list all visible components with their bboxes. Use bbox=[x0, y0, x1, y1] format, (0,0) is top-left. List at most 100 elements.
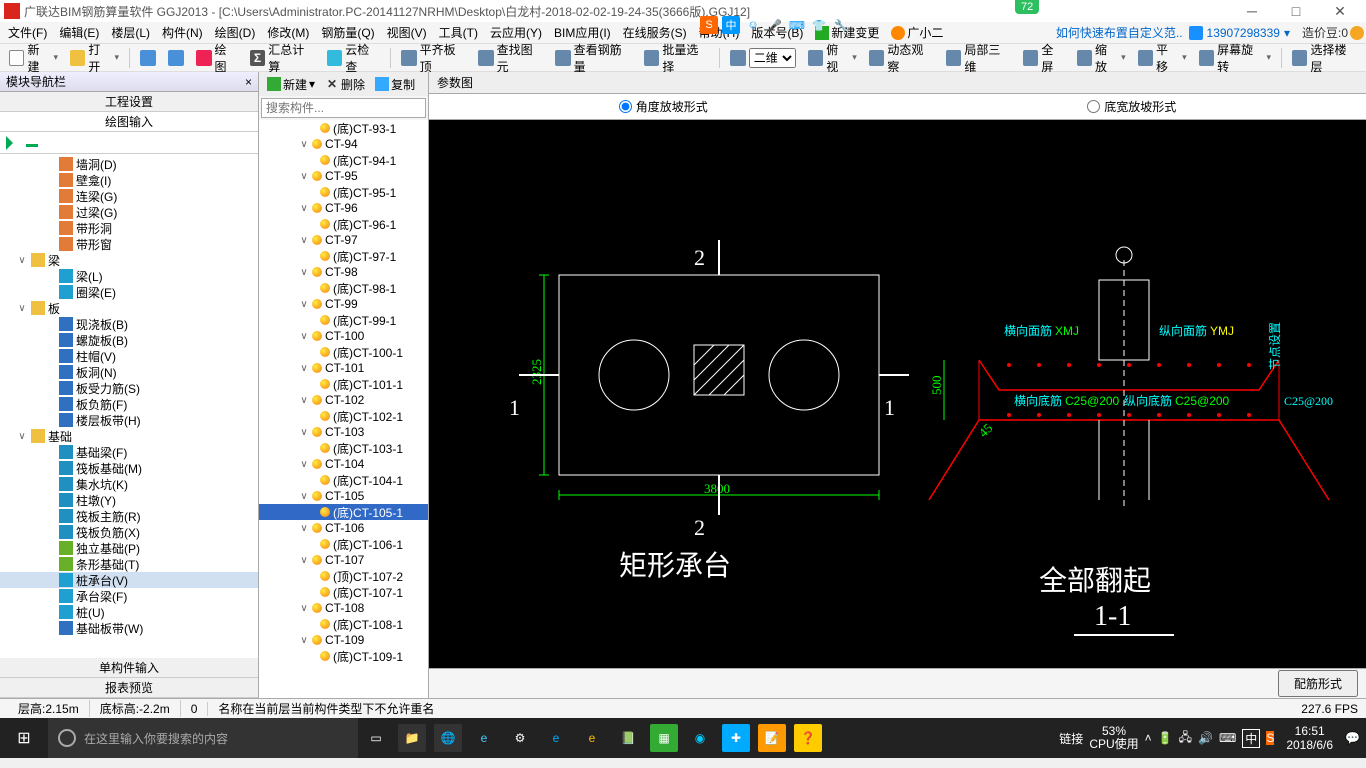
nav-item[interactable]: 梁(L) bbox=[0, 268, 258, 284]
comp-item[interactable]: (底)CT-105-1 bbox=[259, 504, 428, 520]
taskbar-app3[interactable]: ⚙ bbox=[506, 724, 534, 752]
taskbar-ie[interactable]: e bbox=[578, 724, 606, 752]
nav-item[interactable]: 集水坑(K) bbox=[0, 476, 258, 492]
comp-item[interactable]: (底)CT-101-1 bbox=[259, 376, 428, 392]
comp-item[interactable]: ∨CT-101 bbox=[259, 360, 428, 376]
comp-item[interactable]: ∨CT-95 bbox=[259, 168, 428, 184]
comp-item[interactable]: (底)CT-107-1 bbox=[259, 584, 428, 600]
comp-item[interactable]: ∨CT-109 bbox=[259, 632, 428, 648]
tray-kb-icon[interactable]: ⌨ bbox=[1219, 731, 1236, 745]
component-tree[interactable]: (底)CT-93-1∨CT-94(底)CT-94-1∨CT-95(底)CT-95… bbox=[259, 120, 428, 698]
taskbar-search[interactable]: 在这里输入你要搜索的内容 bbox=[48, 718, 358, 758]
nav-tree[interactable]: 墙洞(D)壁龛(I)连梁(G)过梁(G)带形洞带形窗∨梁梁(L)圈梁(E)∨板现… bbox=[0, 154, 258, 658]
comp-item[interactable]: (顶)CT-107-2 bbox=[259, 568, 428, 584]
new-button[interactable]: 新建▾ bbox=[4, 39, 63, 77]
user-account[interactable]: 13907298339▾ bbox=[1189, 26, 1290, 40]
ime-zh-icon[interactable]: 中 bbox=[722, 16, 740, 34]
nav-item[interactable]: ∨板 bbox=[0, 300, 258, 316]
nav-item[interactable]: 承台梁(F) bbox=[0, 588, 258, 604]
tray-notif-icon[interactable]: 💬 bbox=[1345, 731, 1360, 745]
taskbar-app1[interactable]: 📁 bbox=[398, 724, 426, 752]
ime-skin-icon[interactable]: 👕 bbox=[810, 16, 828, 34]
comp-item[interactable]: ∨CT-97 bbox=[259, 232, 428, 248]
batch-button[interactable]: 批量选择 bbox=[639, 39, 714, 77]
comp-item[interactable]: ∨CT-107 bbox=[259, 552, 428, 568]
nav-item[interactable]: 螺旋板(B) bbox=[0, 332, 258, 348]
steel-button[interactable]: 查看钢筋量 bbox=[550, 39, 637, 77]
comp-item[interactable]: ∨CT-108 bbox=[259, 600, 428, 616]
ime-mic-icon[interactable]: 🎤 bbox=[766, 16, 784, 34]
tab-draw[interactable]: 绘图输入 bbox=[0, 112, 258, 132]
nav-item[interactable]: 板负筋(F) bbox=[0, 396, 258, 412]
comp-item[interactable]: (底)CT-100-1 bbox=[259, 344, 428, 360]
tray-link[interactable]: 链接 bbox=[1059, 730, 1083, 747]
ime-tool-icon[interactable]: 🔧 bbox=[832, 16, 850, 34]
nav-item[interactable]: 柱帽(V) bbox=[0, 348, 258, 364]
comp-item[interactable]: ∨CT-103 bbox=[259, 424, 428, 440]
taskbar-app5[interactable]: ▦ bbox=[650, 724, 678, 752]
taskbar-app9[interactable]: ❓ bbox=[794, 724, 822, 752]
nav-close-icon[interactable]: × bbox=[245, 75, 252, 89]
draw-button[interactable]: 绘图 bbox=[191, 39, 243, 77]
param-tab[interactable]: 参数图 bbox=[429, 72, 1366, 94]
tray-sogou-icon[interactable]: S bbox=[1266, 731, 1274, 745]
ime-toolbar[interactable]: S 中 ☺ 🎤 ⌨ 👕 🔧 bbox=[700, 16, 850, 34]
nav-item[interactable]: 筏板主筋(R) bbox=[0, 508, 258, 524]
nav-item[interactable]: 桩承台(V) bbox=[0, 572, 258, 588]
comp-item[interactable]: (底)CT-106-1 bbox=[259, 536, 428, 552]
nav-item[interactable]: 带形窗 bbox=[0, 236, 258, 252]
tray-vol-icon[interactable]: 🔊 bbox=[1198, 731, 1213, 745]
sum-button[interactable]: Σ汇总计算 bbox=[245, 39, 320, 77]
taskbar-app6[interactable]: ◉ bbox=[686, 724, 714, 752]
nav-item[interactable]: 条形基础(T) bbox=[0, 556, 258, 572]
nav-item[interactable]: 桩(U) bbox=[0, 604, 258, 620]
comp-item[interactable]: (底)CT-94-1 bbox=[259, 152, 428, 168]
nav-item[interactable]: 基础板带(W) bbox=[0, 620, 258, 636]
comp-item[interactable]: (底)CT-97-1 bbox=[259, 248, 428, 264]
comp-item[interactable]: ∨CT-104 bbox=[259, 456, 428, 472]
comp-item[interactable]: ∨CT-100 bbox=[259, 328, 428, 344]
comp-item[interactable]: (底)CT-109-1 bbox=[259, 648, 428, 664]
nav-item[interactable]: 墙洞(D) bbox=[0, 156, 258, 172]
dyn-button[interactable]: 动态观察 bbox=[864, 39, 939, 77]
comp-item[interactable]: ∨CT-105 bbox=[259, 488, 428, 504]
comp-del-button[interactable]: ✕删除 bbox=[321, 74, 369, 95]
nav-item[interactable]: 筏板负筋(X) bbox=[0, 524, 258, 540]
comp-item[interactable]: (底)CT-103-1 bbox=[259, 440, 428, 456]
minimize-button[interactable]: ─ bbox=[1230, 3, 1274, 19]
taskbar-edge[interactable]: e bbox=[470, 724, 498, 752]
ime-face-icon[interactable]: ☺ bbox=[744, 16, 762, 34]
bird-button[interactable]: 俯视▾ bbox=[803, 39, 862, 77]
comp-item[interactable]: ∨CT-99 bbox=[259, 296, 428, 312]
nav-item[interactable]: 筏板基础(M) bbox=[0, 460, 258, 476]
comp-item[interactable]: (底)CT-95-1 bbox=[259, 184, 428, 200]
nav-item[interactable]: ∨基础 bbox=[0, 428, 258, 444]
comp-item[interactable]: ∨CT-96 bbox=[259, 200, 428, 216]
comp-item[interactable]: ∨CT-102 bbox=[259, 392, 428, 408]
nav-item[interactable]: 楼层板带(H) bbox=[0, 412, 258, 428]
comp-copy-button[interactable]: 复制 bbox=[371, 74, 419, 95]
tab-report[interactable]: 报表预览 bbox=[0, 678, 258, 698]
comp-item[interactable]: ∨CT-106 bbox=[259, 520, 428, 536]
taskbar-app4[interactable]: 📗 bbox=[614, 724, 642, 752]
tray-net-icon[interactable]: 🖧 bbox=[1179, 728, 1192, 749]
tray-ime[interactable]: 中 bbox=[1242, 729, 1260, 748]
undo-button[interactable] bbox=[135, 48, 161, 68]
nav-item[interactable]: 壁龛(I) bbox=[0, 172, 258, 188]
comp-item[interactable]: ∨CT-98 bbox=[259, 264, 428, 280]
nav-item[interactable]: 板洞(N) bbox=[0, 364, 258, 380]
comp-item[interactable]: (底)CT-96-1 bbox=[259, 216, 428, 232]
tray-up-icon[interactable]: ˄ bbox=[1145, 731, 1152, 745]
dim-button[interactable]: 二维 bbox=[725, 46, 801, 70]
comp-item[interactable]: (底)CT-98-1 bbox=[259, 280, 428, 296]
comp-item[interactable]: (底)CT-93-1 bbox=[259, 120, 428, 136]
comp-item[interactable]: (底)CT-99-1 bbox=[259, 312, 428, 328]
nav-item[interactable]: 基础梁(F) bbox=[0, 444, 258, 460]
nav-item[interactable]: 连梁(G) bbox=[0, 188, 258, 204]
taskbar-app7[interactable]: ✚ bbox=[722, 724, 750, 752]
sogou-icon[interactable]: S bbox=[700, 16, 718, 34]
start-button[interactable]: ⊞ bbox=[0, 718, 48, 758]
zoom-button[interactable]: 缩放▾ bbox=[1072, 39, 1131, 77]
comp-new-button[interactable]: 新建▾ bbox=[263, 74, 319, 95]
nav-item[interactable]: 带形洞 bbox=[0, 220, 258, 236]
